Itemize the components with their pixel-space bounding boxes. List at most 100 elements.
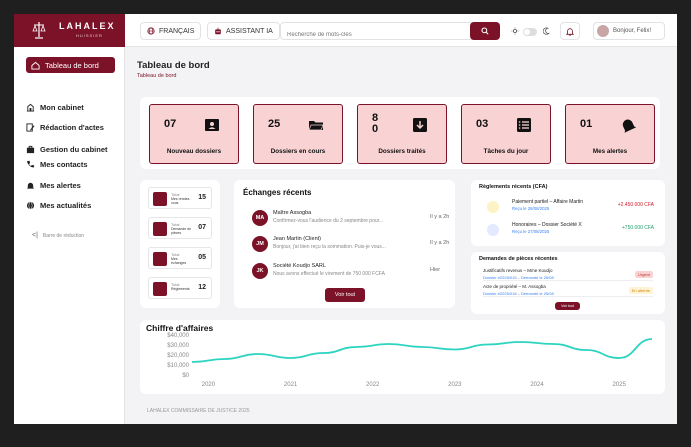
search-box	[280, 22, 500, 43]
search-button[interactable]	[470, 22, 500, 40]
stat-card-alerts[interactable]: 01 Mes alertes	[565, 104, 655, 164]
sidebar-item-cabinet[interactable]: Mon cabinet	[26, 99, 84, 115]
payment-item[interactable]: Honoraires – Dossier Société X Reçu le 2…	[482, 220, 654, 242]
exchange-icon	[153, 252, 167, 266]
mini-stat-appointments[interactable]: Total Mes rendez-vous 15	[148, 187, 212, 209]
sidebar-item-label: Rédaction d'actes	[40, 122, 104, 132]
sidebar-item-label: Mes alertes	[40, 180, 81, 190]
coins-icon	[487, 201, 499, 213]
totals-panel: Total Mes rendez-vous 15 Total Demande d…	[140, 180, 220, 308]
mini-stat-label: Mes rendez-vous	[171, 197, 191, 205]
robot-icon	[215, 27, 221, 35]
stat-card-processed-files[interactable]: 8 0 Dossiers traités	[357, 104, 447, 164]
bell-icon	[26, 182, 35, 189]
breadcrumb[interactable]: Tableau de bord	[137, 73, 176, 79]
bell-icon	[566, 27, 574, 36]
collapse-label: Barre de réduction	[42, 232, 85, 239]
brand-subtitle: HUISSIER	[76, 33, 103, 38]
x-tick-label: 2023	[448, 382, 462, 388]
bell-icon	[622, 119, 636, 133]
calendar-icon	[153, 192, 167, 206]
download-box-icon	[413, 118, 427, 132]
stat-value: 25	[268, 118, 281, 130]
mini-stat-value: 07	[198, 224, 206, 231]
moon-icon[interactable]	[540, 24, 554, 38]
y-tick-label: $20,000	[167, 353, 189, 359]
sidebar-item-label: Mes actualités	[40, 200, 92, 210]
exchanges-title: Échanges récents	[243, 188, 312, 197]
payment-date: Reçu le 27/08/2025	[512, 229, 550, 234]
y-tick-label: $30,000	[167, 343, 189, 349]
scales-icon	[32, 22, 46, 39]
collapse-sidebar-button[interactable]: <| Barre de réduction	[32, 232, 84, 239]
documents-view-all-button[interactable]: Voir tout	[555, 302, 580, 310]
x-tick-label: 2024	[530, 382, 544, 388]
exchange-sender: Jean Martin (Client)	[273, 236, 321, 242]
y-tick-label: $10,000	[167, 363, 189, 369]
user-menu[interactable]: Bonjour, Felix!	[593, 22, 665, 40]
document-ref: Dossier #2025/018 – Demandé le 25/08	[483, 291, 554, 296]
x-tick-label: 2025	[612, 382, 626, 388]
notifications-button[interactable]	[560, 22, 580, 40]
mini-stat-payments[interactable]: Total Règlements 12	[148, 277, 212, 299]
payment-amount: +750.000 CFA	[621, 225, 654, 231]
theme-toggle[interactable]	[523, 28, 537, 36]
x-tick-label: 2022	[366, 382, 380, 388]
exchange-sender: Société Koudjo SARL	[273, 263, 326, 269]
stat-card-daily-tasks[interactable]: 03 Tâches du jour	[461, 104, 551, 164]
stat-label: Dossiers en cours	[270, 148, 326, 155]
sidebar-item-dashboard[interactable]: Tableau de bord	[26, 57, 115, 73]
mini-stat-exchanges[interactable]: Total Mes échanges 05	[148, 247, 212, 269]
sidebar-item-gestion[interactable]: Gestion du cabinet	[26, 141, 108, 157]
id-card-icon	[205, 119, 219, 131]
stat-value: 07	[164, 118, 177, 130]
language-button[interactable]: FRANÇAIS	[140, 22, 202, 40]
footer-text: LAHALEX COMMISSAIRE DE JUSTICE 2025	[147, 408, 250, 414]
folder-open-icon	[308, 121, 324, 131]
mini-stat-documents[interactable]: Total Demande de pièces 07	[148, 217, 212, 239]
exchange-item[interactable]: JK Société Koudjo SARL Nous avons effect…	[250, 260, 455, 284]
exchange-item[interactable]: JM Jean Martin (Client) Bonjour, j'ai bi…	[250, 233, 455, 257]
globe-icon	[26, 201, 35, 209]
sun-icon[interactable]	[508, 24, 522, 38]
document-label: Acte de propriété – M. Assogba	[483, 284, 546, 289]
language-label: FRANÇAIS	[159, 27, 195, 35]
receipt-icon	[153, 282, 167, 296]
mini-stat-label: Mes échanges	[171, 257, 187, 265]
sidebar-item-alertes[interactable]: Mes alertes	[26, 177, 81, 193]
exchange-preview: Bonjour, j'ai bien reçu la sommation. Pu…	[273, 244, 386, 250]
globe-icon	[147, 27, 155, 35]
avatar: JM	[252, 236, 268, 252]
assistant-button[interactable]: ASSISTANT IA	[207, 22, 280, 40]
document-icon	[153, 222, 167, 236]
avatar: JK	[252, 263, 268, 279]
sidebar-item-contacts[interactable]: Mes contacts	[26, 156, 88, 172]
payment-item[interactable]: Paiement partiel – Affaire Martin Reçu l…	[482, 197, 654, 219]
checklist-icon	[517, 118, 531, 132]
stat-value: 03	[476, 118, 489, 130]
sidebar-item-redaction[interactable]: Rédaction d'actes	[26, 119, 104, 135]
exchanges-view-all-button[interactable]: Voir tout	[325, 288, 365, 302]
mini-stat-label: Demande de pièces	[171, 227, 192, 235]
x-tick-label: 2021	[284, 382, 298, 388]
stat-card-new-files[interactable]: 07 Nouveau dossiers	[149, 104, 239, 164]
sidebar-item-label: Tableau de bord	[45, 60, 99, 70]
exchange-item[interactable]: MA Maître Assogba Confirmez-vous l'audie…	[250, 207, 455, 231]
exchange-time: Hier	[430, 267, 441, 273]
avatar: MA	[252, 210, 268, 226]
app-window: LAHALEX HUISSIER FRANÇAIS ASSISTANT IA R…	[14, 14, 677, 424]
stat-label: Mes alertes	[592, 148, 628, 155]
stat-card-ongoing-files[interactable]: 25 Dossiers en cours	[253, 104, 343, 164]
payment-amount: +2.450.000 CFA	[617, 202, 654, 208]
document-request-item[interactable]: Justificatifs revenus – Mme Koudjo Dossi…	[483, 267, 653, 281]
search-input[interactable]	[281, 27, 461, 43]
brand-logo[interactable]: LAHALEX HUISSIER	[14, 14, 125, 47]
document-request-item[interactable]: Acte de propriété – M. Assogba Dossier #…	[483, 283, 653, 297]
exchange-time: Il y a 2h	[430, 214, 450, 220]
sidebar: Tableau de bord Mon cabinet Rédaction d'…	[14, 47, 125, 424]
stat-label: Nouveau dossiers	[166, 148, 222, 155]
sidebar-item-label: Mon cabinet	[40, 102, 84, 112]
y-tick-label: $40,000	[167, 333, 189, 339]
fees-icon	[487, 224, 499, 236]
sidebar-item-actualites[interactable]: Mes actualités	[26, 197, 91, 213]
